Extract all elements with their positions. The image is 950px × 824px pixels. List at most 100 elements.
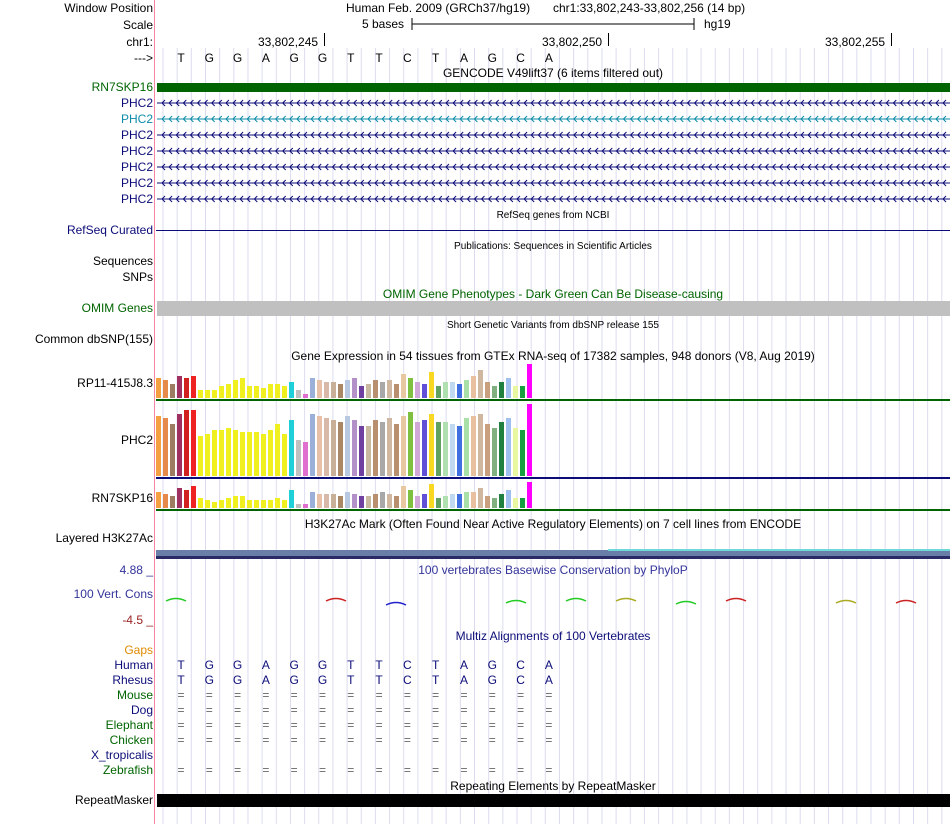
gtex-row-label[interactable]: PHC2 — [121, 433, 153, 447]
omim-bar[interactable] — [157, 301, 950, 316]
scale-bar — [411, 18, 695, 30]
alignment-base: = — [517, 688, 525, 702]
alignment-base: = — [545, 733, 553, 747]
species-label[interactable]: Gaps — [124, 643, 153, 657]
alignment-base: = — [262, 763, 270, 777]
gene-intron-line[interactable] — [156, 97, 950, 109]
alignment-base: A — [544, 658, 553, 672]
gene-label[interactable]: PHC2 — [121, 192, 153, 206]
gtex-bar — [366, 384, 371, 398]
coord-tick-mark — [891, 33, 892, 46]
coord-tick: 33,802,250 — [542, 35, 603, 49]
gtex-bar — [359, 386, 364, 398]
species-label[interactable]: Zebrafish — [103, 763, 153, 777]
gtex-bar — [415, 496, 420, 508]
h3k27ac-label[interactable]: Layered H3K27Ac — [56, 531, 153, 545]
alignment-base: T — [347, 673, 355, 687]
alignment-base: G — [317, 673, 328, 687]
scale-label: Scale — [122, 18, 153, 32]
gtex-row-label[interactable]: RN7SKP16 — [92, 491, 153, 505]
alignment-base: = — [517, 703, 525, 717]
alignment-base: = — [460, 733, 468, 747]
gene-exon-bar[interactable] — [156, 81, 950, 93]
species-label[interactable]: Human — [114, 658, 153, 672]
gtex-expression-bars[interactable] — [156, 364, 950, 514]
alignment-base: T — [347, 658, 355, 672]
gtex-bar — [485, 424, 490, 476]
alignment-base: T — [177, 658, 185, 672]
alignment-base: = — [234, 688, 242, 702]
refseq-label[interactable]: RefSeq Curated — [67, 223, 153, 237]
gene-intron-line[interactable] — [156, 161, 950, 173]
gtex-row-label[interactable]: RP11-415J8.3 — [77, 376, 153, 390]
gtex-bar — [408, 378, 413, 398]
alignment-base: = — [234, 703, 242, 717]
gene-intron-line[interactable] — [156, 193, 950, 205]
gtex-bar — [317, 494, 322, 508]
gtex-bar — [492, 428, 497, 476]
species-label[interactable]: Rhesus — [112, 673, 153, 687]
gtex-bar — [387, 494, 392, 508]
dbsnp-label[interactable]: Common dbSNP(155) — [35, 332, 153, 346]
gtex-bar — [443, 382, 448, 398]
gene-intron-line[interactable] — [156, 113, 950, 125]
base-letter: G — [204, 51, 214, 65]
gene-intron-line[interactable] — [156, 129, 950, 141]
species-label[interactable]: Dog — [131, 703, 153, 717]
repeatmasker-label[interactable]: RepeatMasker — [75, 793, 153, 807]
alignment-base: = — [488, 703, 496, 717]
alignment-base: G — [232, 673, 243, 687]
gene-intron-line[interactable] — [156, 145, 950, 157]
repeatmasker-title: Repeating Elements by RepeatMasker — [450, 779, 656, 793]
alignment-base: = — [290, 688, 298, 702]
gtex-bar — [436, 422, 441, 476]
gene-label[interactable]: PHC2 — [121, 112, 153, 126]
species-label[interactable]: X_tropicalis — [91, 748, 153, 762]
alignment-base: = — [460, 688, 468, 702]
gene-label[interactable]: PHC2 — [121, 176, 153, 190]
sequences-label[interactable]: Sequences — [93, 254, 153, 268]
position-text: chr1:33,802,243-33,802,256 (14 bp) — [553, 1, 746, 15]
alignment-base: = — [262, 718, 270, 732]
gtex-bar — [296, 440, 301, 476]
phylop-blip — [165, 597, 187, 602]
gtex-bar — [289, 420, 294, 476]
alignment-base: = — [234, 763, 242, 777]
gtex-bar — [163, 418, 168, 476]
alignment-base: C — [516, 673, 525, 687]
gtex-bar — [247, 386, 252, 398]
phylop-label[interactable]: 100 Vert. Cons — [74, 587, 153, 601]
gtex-bar — [457, 494, 462, 508]
phylop-signal[interactable] — [156, 587, 950, 617]
snps-label[interactable]: SNPs — [122, 270, 153, 284]
gene-label[interactable]: RN7SKP16 — [92, 80, 153, 94]
coord-tick: 33,802,255 — [825, 35, 886, 49]
gene-label[interactable]: PHC2 — [121, 96, 153, 110]
alignment-base: = — [460, 703, 468, 717]
gtex-bar — [205, 390, 210, 398]
repeatmasker-bar[interactable] — [157, 794, 950, 807]
species-label[interactable]: Mouse — [117, 688, 153, 702]
species-label[interactable]: Elephant — [106, 718, 153, 732]
gtex-bar — [289, 382, 294, 398]
gene-label[interactable]: PHC2 — [121, 144, 153, 158]
gtex-bar — [373, 380, 378, 398]
gtex-bar — [331, 494, 336, 508]
phylop-blip — [835, 599, 857, 604]
omim-label[interactable]: OMIM Genes — [82, 301, 153, 315]
species-label[interactable]: Chicken — [110, 733, 153, 747]
gtex-bar — [485, 496, 490, 508]
alignment-base: = — [403, 763, 411, 777]
gene-label[interactable]: PHC2 — [121, 128, 153, 142]
gene-intron-line[interactable] — [156, 177, 950, 189]
gtex-bar — [387, 380, 392, 398]
gtex-bar — [310, 492, 315, 508]
gene-label[interactable]: PHC2 — [121, 160, 153, 174]
gtex-bar — [520, 430, 525, 476]
alignment-base: = — [290, 718, 298, 732]
alignment-base: = — [262, 703, 270, 717]
alignment-base: = — [262, 733, 270, 747]
genome-browser-image[interactable]: Window Position Human Feb. 2009 (GRCh37/… — [0, 0, 950, 824]
gtex-bar — [422, 384, 427, 398]
refseq-gene-line[interactable] — [156, 230, 950, 231]
